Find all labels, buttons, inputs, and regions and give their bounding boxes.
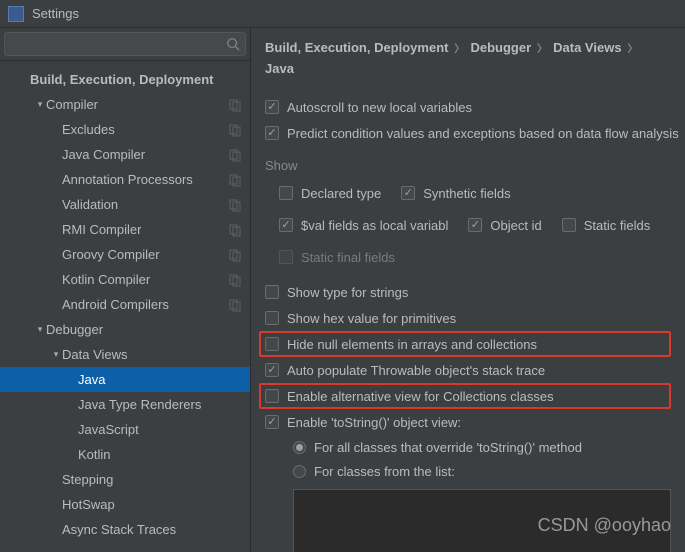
checkbox-label: Static fields — [584, 218, 650, 233]
breadcrumb-item[interactable]: Debugger — [470, 40, 531, 55]
checkbox-label: Enable 'toString()' object view: — [287, 415, 461, 430]
breadcrumb: Build, Execution, Deployment〉 Debugger〉 … — [265, 40, 671, 76]
checkbox-static-fields[interactable] — [562, 218, 576, 232]
checkbox-label: $val fields as local variabl — [301, 218, 448, 233]
tree-node-groovy-compiler[interactable]: Groovy Compiler — [0, 242, 250, 267]
tree-node-kotlin-compiler[interactable]: Kotlin Compiler — [0, 267, 250, 292]
checkbox-label: Object id — [490, 218, 541, 233]
checkbox-label: Predict condition values and exceptions … — [287, 126, 679, 141]
copy-icon — [228, 248, 242, 262]
checkbox-label: Show hex value for primitives — [287, 311, 456, 326]
tree-node-validation[interactable]: Validation — [0, 192, 250, 217]
tree-node-java-compiler[interactable]: Java Compiler — [0, 142, 250, 167]
class-list-box[interactable] — [293, 489, 671, 552]
tree-node-stepping[interactable]: Stepping — [0, 467, 250, 492]
checkbox-static-final-fields — [279, 250, 293, 264]
radio-label: For classes from the list: — [314, 464, 455, 479]
breadcrumb-item[interactable]: Build, Execution, Deployment — [265, 40, 448, 55]
tree-node-hotswap[interactable]: HotSwap — [0, 492, 250, 517]
copy-icon — [228, 198, 242, 212]
radio-from-list[interactable] — [293, 465, 306, 478]
tree-node-kotlin[interactable]: Kotlin — [0, 442, 250, 467]
chevron-right-icon: 〉 — [454, 40, 464, 55]
copy-icon — [228, 123, 242, 137]
checkbox-val-fields[interactable] — [279, 218, 293, 232]
tree-node-android-compilers[interactable]: Android Compilers — [0, 292, 250, 317]
radio-label: For all classes that override 'toString(… — [314, 440, 582, 455]
tree-node-compiler[interactable]: ▾Compiler — [0, 92, 250, 117]
checkbox-declared-type[interactable] — [279, 186, 293, 200]
tree-node-debugger[interactable]: ▾Debugger — [0, 317, 250, 342]
checkbox-show-hex[interactable] — [265, 311, 279, 325]
copy-icon — [228, 173, 242, 187]
settings-content: Build, Execution, Deployment〉 Debugger〉 … — [251, 28, 685, 552]
checkbox-label: Hide null elements in arrays and collect… — [287, 337, 537, 352]
tree-node-build-execution-deployment[interactable]: Build, Execution, Deployment — [0, 67, 250, 92]
checkbox-label: Autoscroll to new local variables — [287, 100, 472, 115]
tree-node-java[interactable]: Java — [0, 367, 250, 392]
tree-node-annotation-processors[interactable]: Annotation Processors — [0, 167, 250, 192]
tree-node-data-views[interactable]: ▾Data Views — [0, 342, 250, 367]
copy-icon — [228, 223, 242, 237]
copy-icon — [228, 298, 242, 312]
checkbox-label: Declared type — [301, 186, 381, 201]
section-show: Show — [265, 158, 671, 173]
checkbox-autoscroll[interactable] — [265, 100, 279, 114]
chevron-down-icon: ▾ — [50, 349, 62, 360]
checkbox-predict[interactable] — [265, 126, 279, 140]
chevron-down-icon: ▾ — [34, 324, 46, 335]
copy-icon — [228, 148, 242, 162]
tree-node-async-stack-traces[interactable]: Async Stack Traces — [0, 517, 250, 542]
settings-tree: Build, Execution, Deployment ▾Compiler E… — [0, 61, 250, 552]
copy-icon — [228, 273, 242, 287]
checkbox-label: Enable alternative view for Collections … — [287, 389, 554, 404]
breadcrumb-item: Java — [265, 61, 294, 76]
tree-node-rmi-compiler[interactable]: RMI Compiler — [0, 217, 250, 242]
checkbox-label: Show type for strings — [287, 285, 408, 300]
title-bar: Settings — [0, 0, 685, 28]
settings-sidebar: Build, Execution, Deployment ▾Compiler E… — [0, 28, 251, 552]
checkbox-label: Auto populate Throwable object's stack t… — [287, 363, 545, 378]
checkbox-synthetic-fields[interactable] — [401, 186, 415, 200]
checkbox-enable-tostring[interactable] — [265, 415, 279, 429]
breadcrumb-item[interactable]: Data Views — [553, 40, 621, 55]
tree-node-java-type-renderers[interactable]: Java Type Renderers — [0, 392, 250, 417]
checkbox-enable-alt-view[interactable] — [265, 389, 279, 403]
tree-node-javascript[interactable]: JavaScript — [0, 417, 250, 442]
checkbox-show-type-strings[interactable] — [265, 285, 279, 299]
search-icon — [226, 37, 240, 51]
chevron-down-icon: ▾ — [34, 99, 46, 110]
search-input[interactable] — [4, 32, 246, 56]
checkbox-label: Static final fields — [301, 250, 395, 265]
checkbox-object-id[interactable] — [468, 218, 482, 232]
checkbox-label: Synthetic fields — [423, 186, 510, 201]
radio-all-classes[interactable] — [293, 441, 306, 454]
chevron-right-icon: 〉 — [537, 40, 547, 55]
copy-icon — [228, 98, 242, 112]
app-icon — [8, 6, 24, 22]
checkbox-hide-null[interactable] — [265, 337, 279, 351]
checkbox-auto-populate[interactable] — [265, 363, 279, 377]
chevron-right-icon: 〉 — [628, 40, 638, 55]
tree-node-excludes[interactable]: Excludes — [0, 117, 250, 142]
window-title: Settings — [32, 6, 79, 21]
